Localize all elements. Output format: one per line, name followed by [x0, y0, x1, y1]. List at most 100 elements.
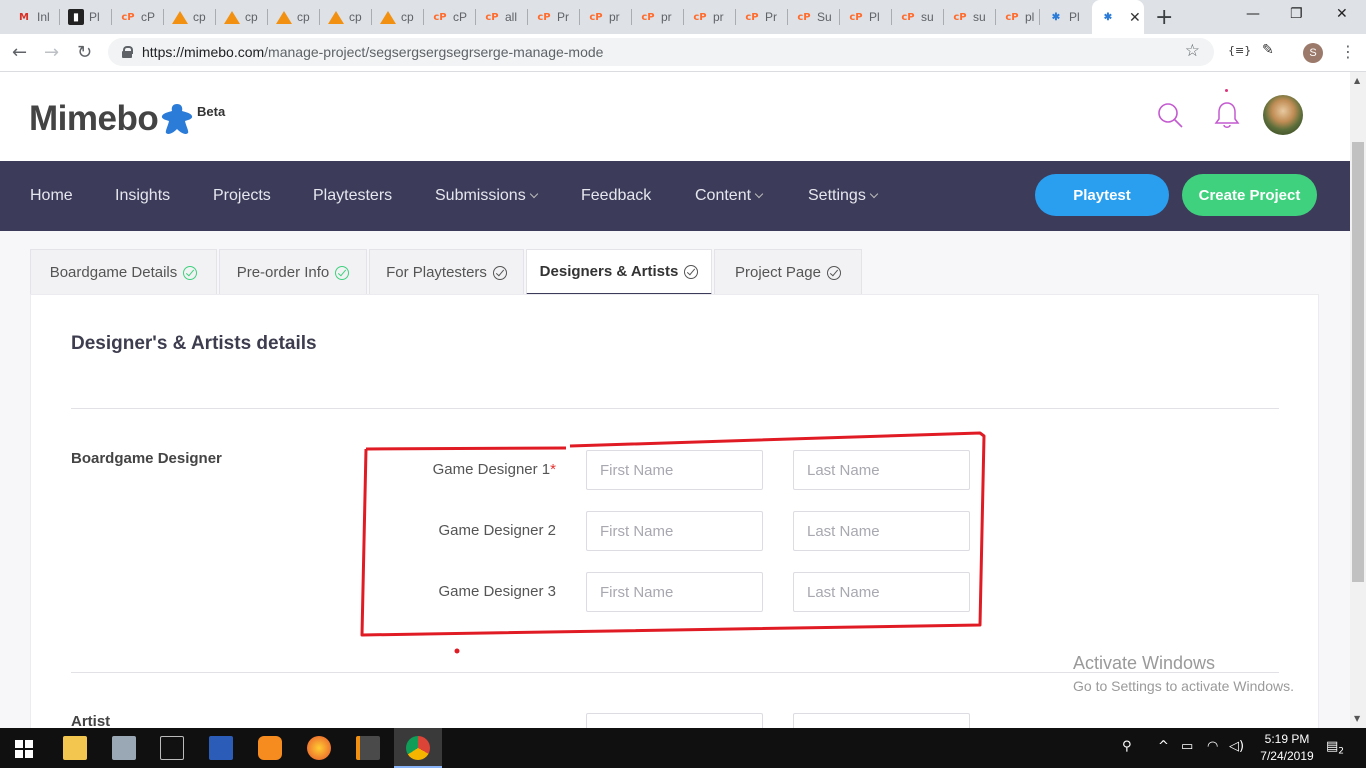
- action-center-icon[interactable]: ▤2: [1326, 739, 1344, 757]
- tab-for-playtesters[interactable]: For Playtesters: [369, 249, 524, 295]
- close-window-button[interactable]: ✕: [1336, 6, 1348, 22]
- windows-start-icon[interactable]: [15, 740, 33, 758]
- chrome-menu-icon[interactable]: ⋮: [1340, 42, 1356, 61]
- nav-submissions[interactable]: Submissions: [435, 187, 538, 205]
- profile-avatar[interactable]: S: [1303, 43, 1323, 63]
- designer-2-last-name-input[interactable]: [793, 511, 970, 551]
- page-scrollbar[interactable]: ▲ ▼: [1350, 72, 1366, 728]
- browser-tab[interactable]: cP pr: [632, 0, 684, 34]
- browser-tab[interactable]: M Inl: [8, 0, 60, 34]
- cpanel-icon: cP: [797, 11, 811, 23]
- nav-insights[interactable]: Insights: [115, 187, 170, 205]
- command-prompt-icon[interactable]: [160, 736, 184, 760]
- user-avatar[interactable]: [1263, 95, 1303, 135]
- sublime-text-icon[interactable]: [356, 736, 380, 760]
- designer-3-first-name-input[interactable]: [586, 572, 763, 612]
- row-label-designer-3: Game Designer 3: [438, 583, 556, 600]
- nav-playtesters[interactable]: Playtesters: [313, 187, 392, 205]
- chevron-up-icon[interactable]: ^: [1158, 739, 1169, 754]
- wifi-icon[interactable]: ◠: [1207, 739, 1218, 754]
- taskbar-clock[interactable]: 5:19 PM 7/24/2019: [1252, 731, 1322, 765]
- check-circle-icon: [826, 265, 841, 280]
- browser-tab[interactable]: cP cP: [424, 0, 476, 34]
- chevron-down-icon: [754, 189, 764, 199]
- browser-tab[interactable]: cP cP: [112, 0, 164, 34]
- nav-home[interactable]: Home: [30, 187, 73, 205]
- reload-button[interactable]: ↻: [77, 42, 92, 63]
- nav-settings[interactable]: Settings: [808, 187, 879, 205]
- browser-tab[interactable]: cP pr: [684, 0, 736, 34]
- scrollbar-thumb[interactable]: [1352, 142, 1364, 582]
- create-project-button[interactable]: Create Project: [1182, 174, 1317, 216]
- close-tab-icon[interactable]: ✕: [1129, 9, 1141, 26]
- check-circle-icon: [183, 265, 198, 280]
- browser-tab[interactable]: cP su: [892, 0, 944, 34]
- browser-tab[interactable]: cP all: [476, 0, 528, 34]
- browser-tab[interactable]: cp: [164, 0, 216, 34]
- browser-tab[interactable]: cP Su: [788, 0, 840, 34]
- browser-tab[interactable]: cp: [372, 0, 424, 34]
- scroll-up-icon[interactable]: ▲: [1354, 76, 1360, 85]
- browser-tab[interactable]: cp: [320, 0, 372, 34]
- browser-tab[interactable]: ✱ Pl: [1040, 0, 1092, 34]
- extension-icon[interactable]: ✎: [1262, 42, 1274, 58]
- browser-tab[interactable]: cP su: [944, 0, 996, 34]
- browser-tab[interactable]: cP Pl: [840, 0, 892, 34]
- people-icon[interactable]: ⚲: [1122, 739, 1132, 754]
- phpmyadmin-icon: [380, 10, 396, 24]
- cpanel-icon: cP: [745, 11, 759, 23]
- powershell-icon[interactable]: [209, 736, 233, 760]
- tab-designers-artists[interactable]: Designers & Artists: [526, 249, 712, 295]
- xampp-icon[interactable]: [258, 736, 282, 760]
- search-icon[interactable]: [1157, 102, 1185, 130]
- volume-icon[interactable]: ◁): [1229, 739, 1244, 754]
- nav-content[interactable]: Content: [695, 187, 764, 205]
- logo-text: Mimebo: [29, 99, 159, 138]
- new-tab-button[interactable]: +: [1155, 5, 1173, 30]
- battery-icon[interactable]: ▭: [1181, 739, 1193, 754]
- tab-preorder-info[interactable]: Pre-order Info: [219, 249, 367, 295]
- browser-tab[interactable]: cP pl: [996, 0, 1040, 34]
- check-circle-icon: [335, 265, 350, 280]
- meeple-icon: [162, 104, 193, 134]
- tab-project-page[interactable]: Project Page: [714, 249, 862, 295]
- browser-tab[interactable]: ▮ Pl: [60, 0, 112, 34]
- designer-1-first-name-input[interactable]: [586, 450, 763, 490]
- designer-2-first-name-input[interactable]: [586, 511, 763, 551]
- minimize-button[interactable]: —: [1246, 6, 1260, 22]
- scroll-down-icon[interactable]: ▼: [1354, 714, 1360, 723]
- restore-button[interactable]: ❐: [1290, 6, 1303, 22]
- page-title: Designer's & Artists details: [71, 333, 317, 354]
- browser-tab[interactable]: cP Pr: [736, 0, 788, 34]
- bookmark-star-icon[interactable]: ☆: [1185, 41, 1200, 61]
- nav-feedback[interactable]: Feedback: [581, 187, 651, 205]
- gmail-icon: M: [19, 11, 29, 23]
- control-panel-icon[interactable]: [112, 736, 136, 760]
- activation-watermark: Activate Windows Go to Settings to activ…: [1073, 653, 1294, 694]
- tab-boardgame-details[interactable]: Boardgame Details: [30, 249, 217, 295]
- browser-tab[interactable]: cp: [216, 0, 268, 34]
- logo[interactable]: Mimebo: [29, 99, 194, 139]
- browser-tab-active[interactable]: ✱ ✕: [1092, 0, 1144, 34]
- back-button[interactable]: ←: [12, 42, 27, 63]
- browser-tab[interactable]: cp: [268, 0, 320, 34]
- forward-button[interactable]: →: [44, 42, 59, 63]
- json-extension-icon[interactable]: {≡}: [1228, 44, 1251, 57]
- designer-3-last-name-input[interactable]: [793, 572, 970, 612]
- meeple-icon: ✱: [1103, 11, 1113, 23]
- file-explorer-icon[interactable]: [63, 736, 87, 760]
- cpanel-icon: cP: [641, 11, 655, 23]
- address-bar[interactable]: https://mimebo.com/manage-project/segser…: [108, 38, 1214, 66]
- playtest-button[interactable]: Playtest: [1035, 174, 1169, 216]
- designer-1-last-name-input[interactable]: [793, 450, 970, 490]
- firefox-icon[interactable]: [307, 736, 331, 760]
- cpanel-icon: cP: [589, 11, 603, 23]
- browser-tab[interactable]: cP Pr: [528, 0, 580, 34]
- chrome-taskbar-item[interactable]: [394, 728, 442, 768]
- notification-bell-icon[interactable]: [1214, 100, 1240, 130]
- cpanel-icon: cP: [537, 11, 551, 23]
- beta-badge: Beta: [197, 104, 226, 119]
- cpanel-icon: cP: [121, 11, 135, 23]
- browser-tab[interactable]: cP pr: [580, 0, 632, 34]
- nav-projects[interactable]: Projects: [213, 187, 271, 205]
